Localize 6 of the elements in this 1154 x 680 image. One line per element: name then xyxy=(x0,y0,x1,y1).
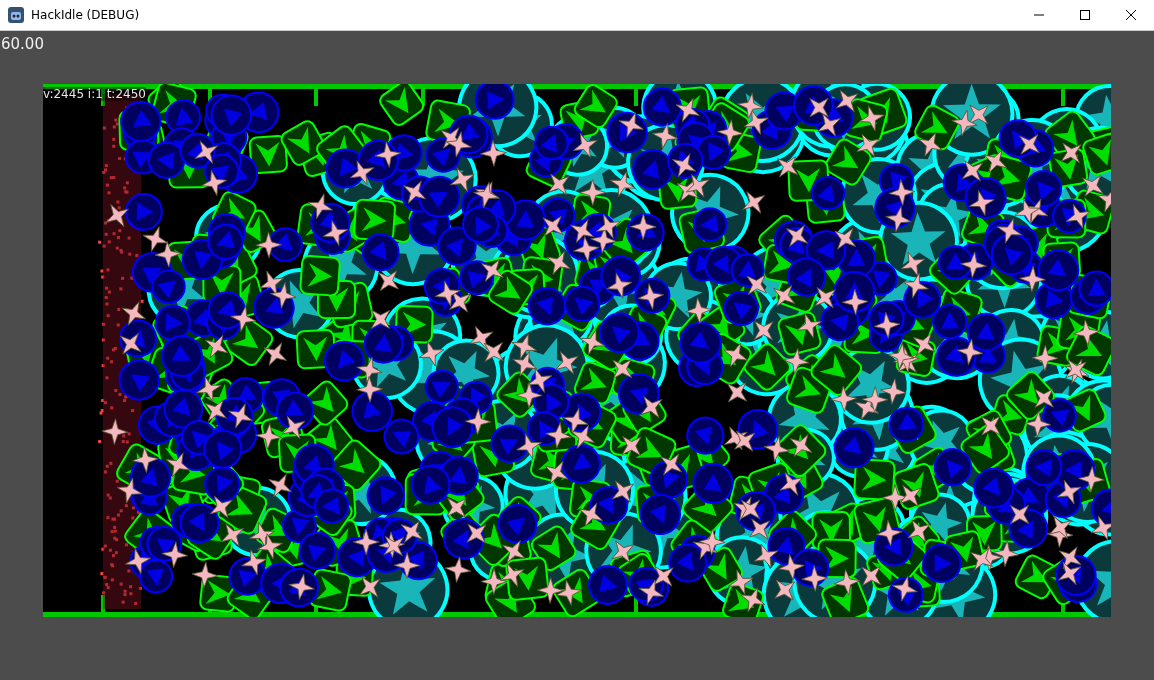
debug-stats: v:2445 i:1 t:2450 xyxy=(43,87,146,101)
fps-counter: 60.00 xyxy=(0,34,45,55)
window-title: HackIdle (DEBUG) xyxy=(31,8,141,22)
robot-app-icon xyxy=(8,7,24,23)
close-icon xyxy=(1126,10,1136,20)
maximize-icon xyxy=(1080,10,1090,20)
